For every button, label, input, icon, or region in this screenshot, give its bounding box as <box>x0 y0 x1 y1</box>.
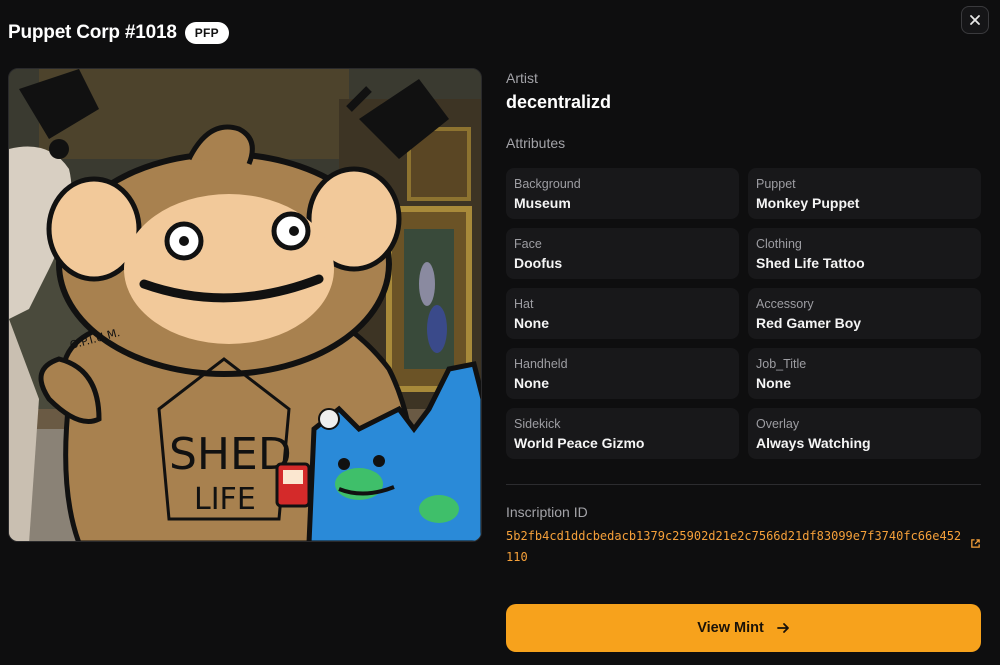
attribute-key: Hat <box>514 297 534 311</box>
attribute-key: Clothing <box>756 237 802 251</box>
attribute-card-puppet: Puppet Monkey Puppet <box>748 168 981 219</box>
attribute-card-accessory: Accessory Red Gamer Boy <box>748 288 981 339</box>
tattoo-text-life: LIFE <box>194 482 256 517</box>
attribute-key: Puppet <box>756 177 796 191</box>
attribute-value: World Peace Gizmo <box>514 435 645 451</box>
external-link-icon[interactable] <box>970 538 981 549</box>
attribute-value: Red Gamer Boy <box>756 315 862 331</box>
artist-name[interactable]: decentralizd <box>506 92 611 113</box>
pfp-badge: PFP <box>184 22 229 44</box>
attribute-value: Shed Life Tattoo <box>756 255 865 271</box>
attribute-key: Sidekick <box>514 417 561 431</box>
close-icon <box>970 15 980 25</box>
attribute-value: Always Watching <box>756 435 871 451</box>
inscription-id-row: 5b2fb4cd1ddcbedacb1379c25902d21e2c7566d2… <box>506 526 981 568</box>
view-mint-button[interactable]: View Mint <box>506 604 981 652</box>
attribute-card-background: Background Museum <box>506 168 739 219</box>
attribute-card-handheld: Handheld None <box>506 348 739 399</box>
attribute-value: Monkey Puppet <box>756 195 860 211</box>
nft-image: SHED LIFE O.P.I.U.M. <box>8 68 482 542</box>
view-mint-label: View Mint <box>697 620 764 636</box>
attribute-card-hat: Hat None <box>506 288 739 339</box>
arrow-right-icon <box>776 623 789 633</box>
attribute-key: Overlay <box>756 417 800 431</box>
header: Puppet Corp #1018 PFP <box>8 20 229 46</box>
attribute-card-overlay: Overlay Always Watching <box>748 408 981 459</box>
attribute-key: Face <box>514 237 542 251</box>
attribute-key: Accessory <box>756 297 814 311</box>
attribute-card-face: Face Doofus <box>506 228 739 279</box>
attribute-value: None <box>514 315 549 331</box>
attribute-value: None <box>756 375 791 391</box>
attribute-card-sidekick: Sidekick World Peace Gizmo <box>506 408 739 459</box>
inscription-id-label: Inscription ID <box>506 504 588 520</box>
page-title: Puppet Corp #1018 <box>8 22 177 43</box>
nft-detail-modal: Puppet Corp #1018 PFP SHED LIFE O.P.I.U.… <box>0 0 1000 665</box>
attribute-key: Background <box>514 177 581 191</box>
inscription-id-link[interactable]: 5b2fb4cd1ddcbedacb1379c25902d21e2c7566d2… <box>506 526 964 568</box>
attribute-key: Handheld <box>514 357 568 371</box>
divider <box>506 484 981 485</box>
attributes-grid: Background Museum Puppet Monkey Puppet F… <box>506 168 981 459</box>
close-button[interactable] <box>961 6 989 34</box>
artist-label: Artist <box>506 70 538 86</box>
attribute-card-clothing: Clothing Shed Life Tattoo <box>748 228 981 279</box>
attribute-value: Museum <box>514 195 571 211</box>
attribute-value: None <box>514 375 549 391</box>
attribute-card-job-title: Job_Title None <box>748 348 981 399</box>
attribute-key: Job_Title <box>756 357 807 371</box>
attribute-value: Doofus <box>514 255 563 271</box>
attributes-heading: Attributes <box>506 135 566 151</box>
tattoo-text-shed: SHED <box>169 429 292 480</box>
